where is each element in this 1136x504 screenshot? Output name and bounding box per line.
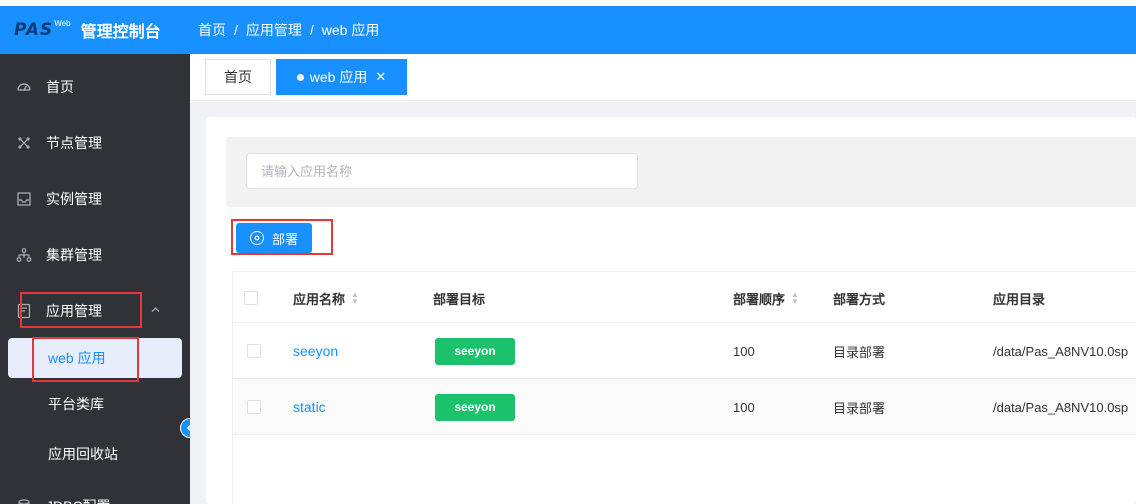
sidebar-item-label: 首页 — [46, 79, 74, 95]
logo-superscript: Web — [54, 18, 71, 28]
sort-icon[interactable]: ▲ ▼ — [791, 291, 799, 306]
nodes-icon — [16, 135, 32, 151]
deploy-button[interactable]: 部署 — [236, 223, 312, 253]
gear-icon — [249, 231, 264, 245]
app-icon — [16, 303, 32, 319]
breadcrumb-item-app-management[interactable]: 应用管理 — [246, 20, 302, 40]
deploy-target-cell: seeyon — [435, 379, 515, 435]
app-title: 管理控制台 — [80, 24, 161, 41]
column-label: 部署目标 — [433, 291, 486, 307]
app-directory-cell: /data/Pas_A8NV10.0sp — [993, 399, 1129, 415]
column-header-order[interactable]: 部署顺序 ▲ ▼ — [733, 272, 799, 324]
deploy-order-cell: 100 — [733, 399, 755, 415]
top-header: PAS Web 管理控制台 首页 / 应用管理 / web 应用 — [0, 6, 1136, 54]
cluster-icon — [16, 247, 32, 263]
sidebar-item-label: 节点管理 — [46, 135, 102, 151]
app-table: 应用名称 ▲ ▼ 部署目标 部署顺序 ▲ ▼ 部署方式 应用目录 seeyon se… — [232, 271, 1136, 504]
column-label: 应用名称 — [293, 291, 346, 307]
dashboard-icon — [16, 79, 32, 95]
sort-icon[interactable]: ▲ ▼ — [351, 291, 359, 306]
sidebar-item-home[interactable]: 首页 — [0, 67, 190, 107]
deploy-target-tag: seeyon — [435, 337, 515, 365]
column-header-directory: 应用目录 — [993, 272, 1045, 324]
chevron-up-icon — [150, 304, 161, 318]
close-icon[interactable]: ✕ — [375, 69, 386, 85]
table-header: 应用名称 ▲ ▼ 部署目标 部署顺序 ▲ ▼ 部署方式 应用目录 — [233, 271, 1136, 323]
sidebar: 首页 节点管理 实例管理 集群管理 应用管理 web 应用 平台类库 应用回收站… — [0, 54, 190, 504]
deploy-button-label: 部署 — [271, 231, 298, 247]
sidebar-item-clusters[interactable]: 集群管理 — [0, 235, 190, 275]
table-row: seeyon seeyon 100 目录部署 /data/Pas_A8NV10.… — [233, 323, 1136, 379]
sidebar-item-label: 实例管理 — [46, 191, 102, 207]
sidebar-subitem-web-app[interactable]: web 应用 — [8, 338, 182, 378]
select-all-checkbox[interactable] — [244, 291, 258, 305]
sidebar-subitem-recycle-bin[interactable]: 应用回收站 — [0, 434, 190, 474]
sidebar-item-label: JDBC配置 — [46, 496, 111, 504]
tab-label: 首页 — [224, 69, 252, 85]
sidebar-item-instances[interactable]: 实例管理 — [0, 179, 190, 219]
deploy-target-tag: seeyon — [435, 393, 515, 421]
logo-mark: PAS — [14, 20, 54, 40]
sidebar-item-app-management[interactable]: 应用管理 — [0, 291, 190, 331]
breadcrumb-item-web-app: web 应用 — [321, 22, 380, 38]
breadcrumb-item-home[interactable]: 首页 — [198, 20, 226, 40]
sidebar-item-nodes[interactable]: 节点管理 — [0, 123, 190, 163]
search-input[interactable] — [246, 153, 638, 189]
column-label: 部署顺序 — [733, 291, 786, 307]
sidebar-item-label: 集群管理 — [46, 247, 102, 263]
app-name-link[interactable]: static — [293, 379, 326, 435]
column-header-method: 部署方式 — [833, 272, 885, 324]
deploy-method-cell: 目录部署 — [833, 344, 886, 360]
deploy-method-cell: 目录部署 — [833, 400, 886, 416]
inbox-icon — [16, 191, 32, 207]
deploy-order-cell: 100 — [733, 343, 755, 359]
column-label: 应用目录 — [993, 291, 1046, 307]
row-checkbox[interactable] — [247, 344, 261, 358]
active-dot-icon — [296, 73, 304, 81]
table-row: static seeyon 100 目录部署 /data/Pas_A8NV10.… — [233, 379, 1136, 435]
logo[interactable]: PAS Web 管理控制台 — [0, 18, 190, 42]
breadcrumb-separator: / — [234, 22, 238, 38]
sidebar-item-label: 应用管理 — [46, 303, 102, 319]
column-label: 部署方式 — [833, 291, 886, 307]
column-header-name[interactable]: 应用名称 ▲ ▼ — [293, 272, 359, 324]
tab-web-app[interactable]: web 应用 ✕ — [276, 59, 407, 95]
database-icon — [16, 498, 32, 504]
tab-label: web 应用 — [309, 69, 368, 85]
breadcrumb-separator: / — [309, 22, 314, 38]
column-header-target: 部署目标 — [433, 272, 485, 324]
sidebar-item-jdbc[interactable]: JDBC配置 — [0, 486, 190, 504]
app-name-link[interactable]: seeyon — [293, 323, 338, 379]
breadcrumb: 首页 / 应用管理 / web 应用 — [198, 20, 379, 40]
row-checkbox[interactable] — [247, 400, 261, 414]
tab-bar: 首页 web 应用 ✕ — [190, 54, 1136, 101]
deploy-target-cell: seeyon — [435, 323, 515, 379]
sidebar-subitem-platform-libs[interactable]: 平台类库 — [0, 384, 190, 424]
tab-home[interactable]: 首页 — [205, 59, 271, 95]
app-directory-cell: /data/Pas_A8NV10.0sp — [993, 343, 1129, 359]
